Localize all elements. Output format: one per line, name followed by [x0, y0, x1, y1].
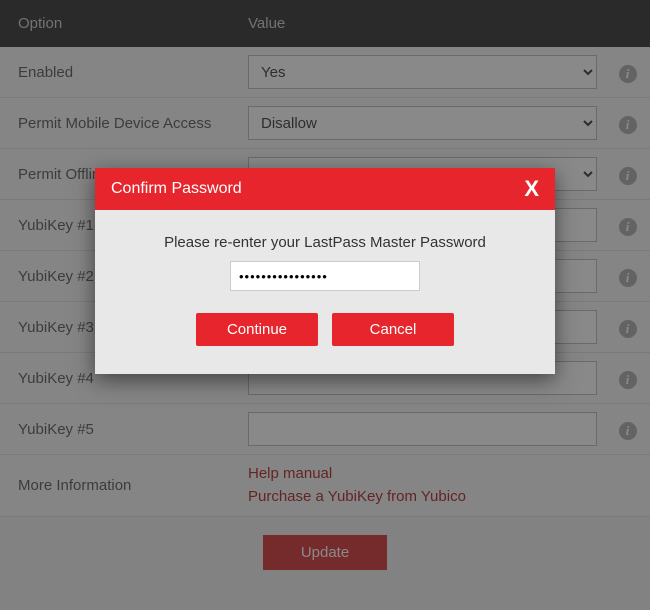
confirm-password-modal: Confirm Password X Please re-enter your …	[95, 168, 555, 374]
continue-button[interactable]: Continue	[196, 313, 318, 346]
modal-header: Confirm Password X	[95, 168, 555, 210]
cancel-button[interactable]: Cancel	[332, 313, 454, 346]
modal-prompt: Please re-enter your LastPass Master Pas…	[115, 234, 535, 251]
modal-title: Confirm Password	[111, 180, 242, 198]
close-icon[interactable]: X	[524, 178, 539, 200]
modal-body: Please re-enter your LastPass Master Pas…	[95, 210, 555, 374]
master-password-input[interactable]	[230, 261, 420, 291]
